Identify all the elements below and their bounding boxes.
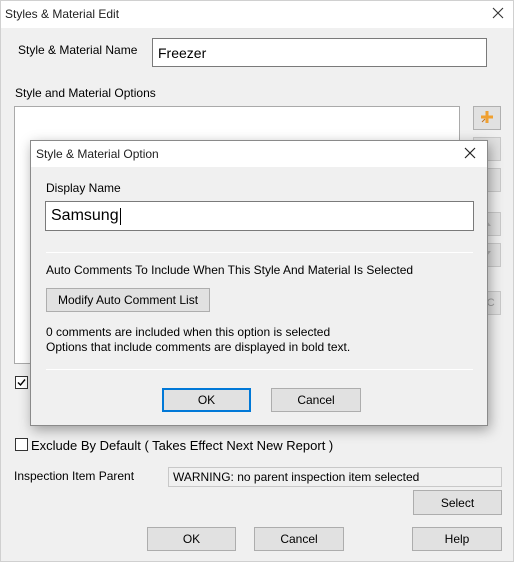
inspection-item-parent-label: Inspection Item Parent — [14, 469, 135, 483]
dialog-divider-top — [46, 252, 473, 253]
style-material-name-input[interactable]: Freezer — [152, 38, 487, 67]
checkmark-icon — [17, 379, 26, 387]
display-name-value: Samsung — [51, 207, 119, 224]
style-material-option-dialog: Style & Material Option Display Name Sam… — [30, 140, 488, 426]
auto-comments-heading: Auto Comments To Include When This Style… — [46, 263, 414, 277]
inspection-item-parent-value: WARNING: no parent inspection item selec… — [173, 470, 420, 484]
add-icon — [480, 110, 494, 127]
exclude-by-default-checkbox[interactable] — [15, 438, 28, 451]
cancel-button[interactable]: Cancel — [254, 527, 344, 551]
ok-button[interactable]: OK — [147, 527, 236, 551]
modify-auto-comment-list-button[interactable]: Modify Auto Comment List — [46, 288, 210, 312]
window-close-button[interactable] — [483, 2, 513, 26]
dialog-close-button[interactable] — [455, 142, 485, 166]
partial-checkbox[interactable] — [15, 376, 28, 389]
inspection-item-parent-field: WARNING: no parent inspection item selec… — [168, 467, 502, 487]
close-icon — [464, 147, 476, 162]
exclude-by-default-label: Exclude By Default ( Takes Effect Next N… — [31, 438, 334, 453]
dialog-divider-bottom — [46, 369, 473, 370]
styles-material-edit-window: Styles & Material Edit Style & Material … — [0, 0, 514, 562]
help-button[interactable]: Help — [412, 527, 502, 551]
display-name-label: Display Name — [46, 181, 121, 195]
window-title: Styles & Material Edit — [5, 7, 120, 21]
select-parent-button[interactable]: Select — [413, 490, 502, 515]
options-label: Style and Material Options — [15, 86, 156, 100]
style-material-name-value: Freezer — [158, 44, 207, 61]
close-icon — [492, 7, 504, 22]
dialog-title: Style & Material Option — [36, 147, 159, 161]
dialog-cancel-button[interactable]: Cancel — [271, 388, 361, 412]
display-name-input[interactable]: Samsung — [45, 201, 474, 231]
dialog-ok-button[interactable]: OK — [162, 388, 251, 412]
text-caret — [119, 207, 121, 225]
dialog-titlebar: Style & Material Option — [31, 141, 487, 167]
comments-info-line1: 0 comments are included when this option… — [46, 325, 331, 339]
add-option-button[interactable] — [473, 106, 501, 130]
window-titlebar: Styles & Material Edit — [1, 1, 513, 28]
comments-info-line2: Options that include comments are displa… — [46, 340, 351, 354]
style-material-name-label: Style & Material Name — [18, 43, 138, 57]
